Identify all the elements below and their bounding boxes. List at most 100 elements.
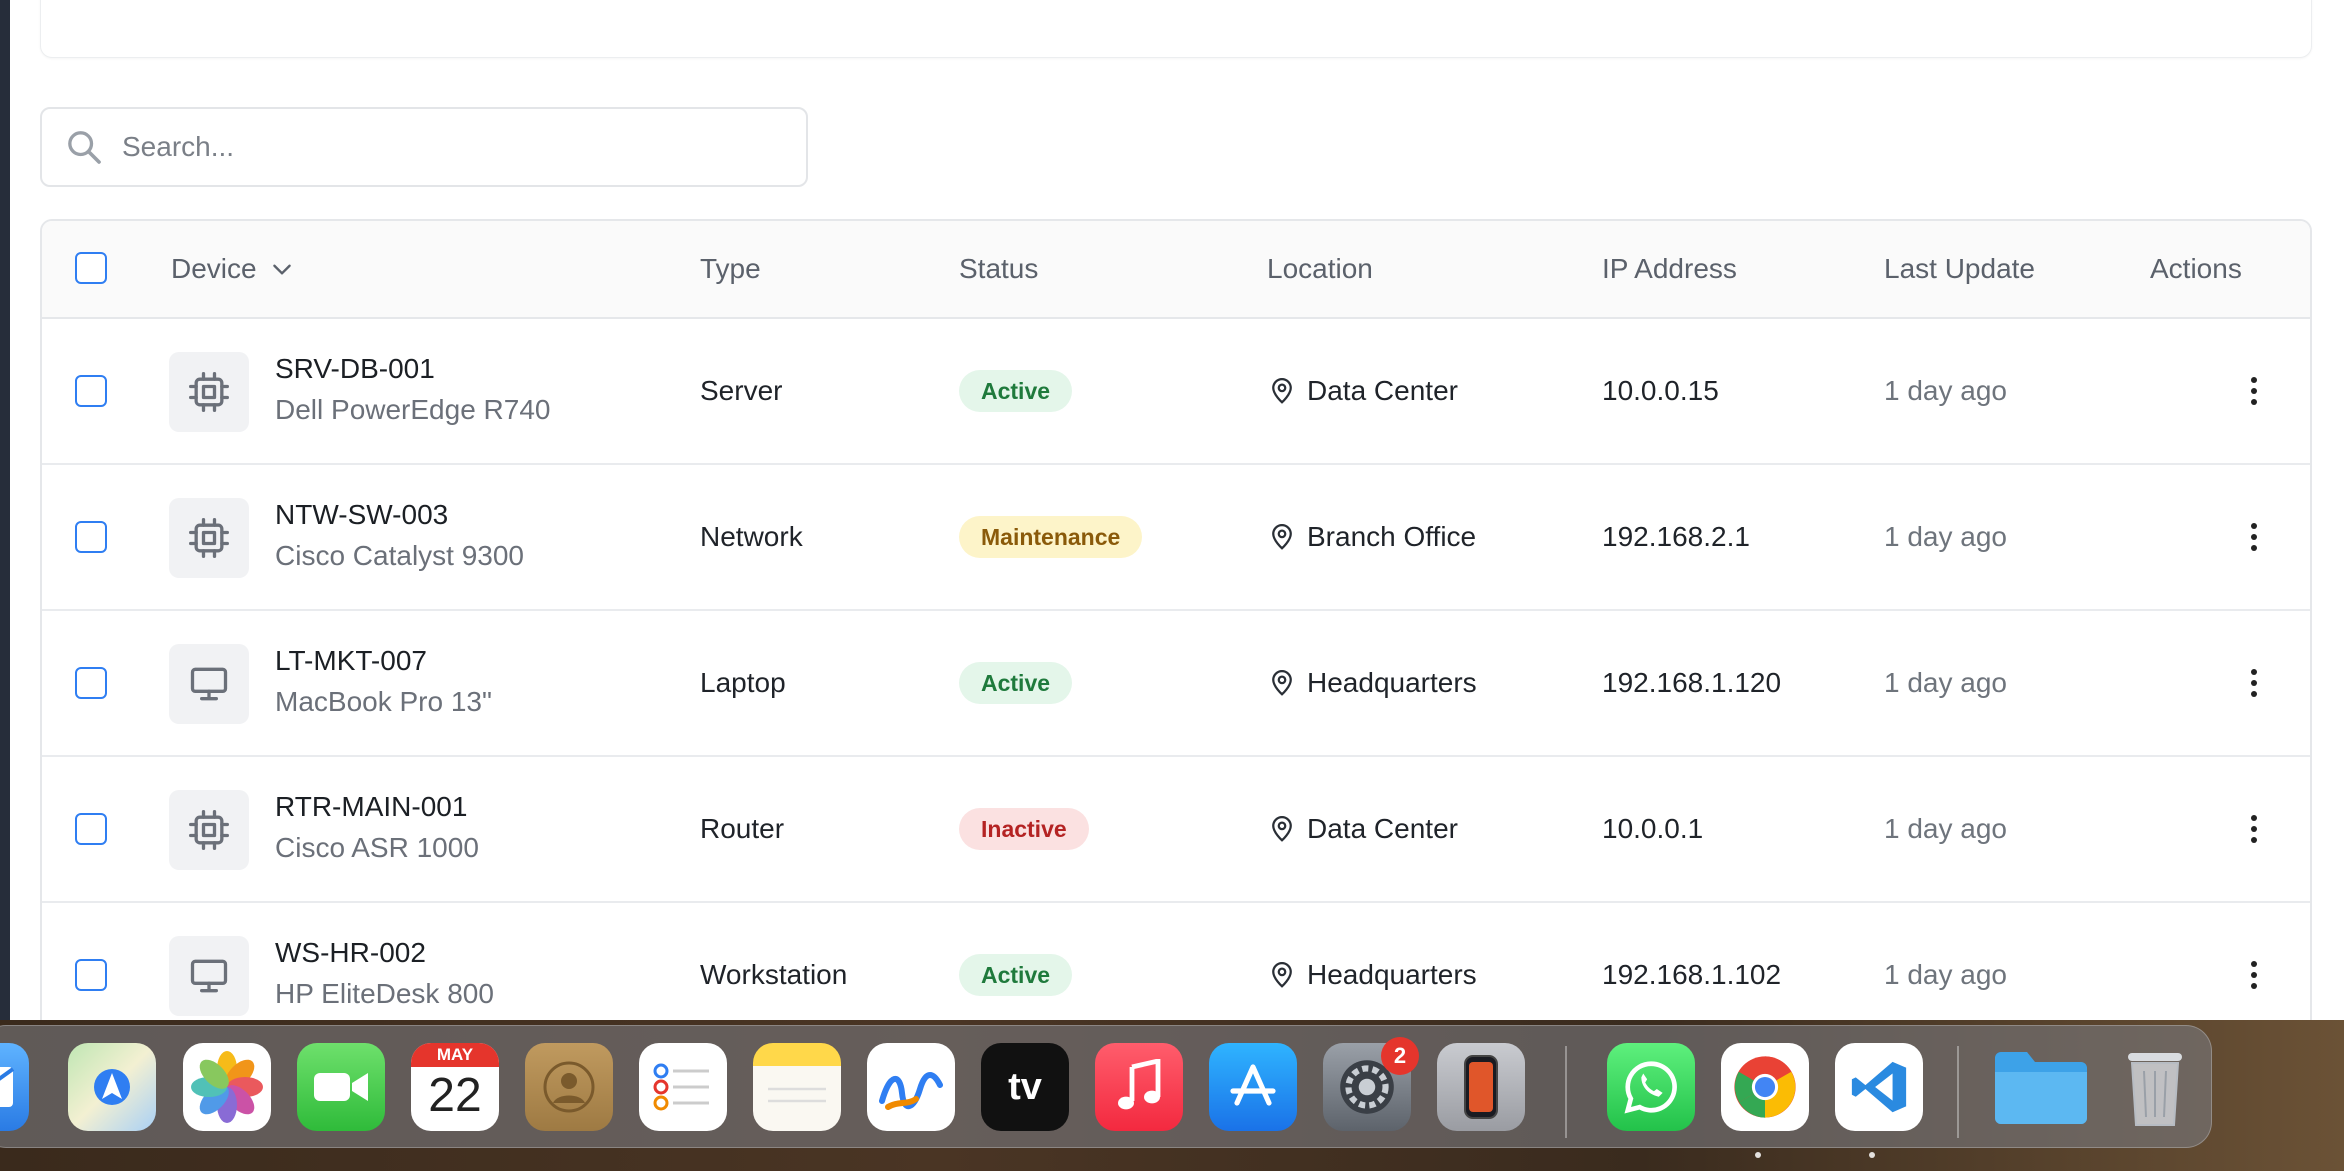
location-label: Branch Office xyxy=(1307,521,1477,552)
location-cell: Data Center xyxy=(1267,319,1458,463)
last-update: 1 day ago xyxy=(1884,667,2007,698)
calendar-month: MAY xyxy=(411,1043,499,1067)
map-pin-icon xyxy=(1272,670,1292,696)
photos-app-icon[interactable] xyxy=(183,1043,271,1131)
status-badge: Active xyxy=(959,954,1073,996)
header-device-label: Device xyxy=(171,253,257,284)
maps-app-icon[interactable] xyxy=(68,1043,156,1131)
facetime-app-icon[interactable] xyxy=(297,1043,385,1131)
location-cell: Headquarters xyxy=(1267,611,1477,755)
app-store-icon[interactable] xyxy=(1209,1043,1297,1131)
device-model: Cisco ASR 1000 xyxy=(275,832,479,863)
location-label: Headquarters xyxy=(1307,667,1477,698)
vscode-app-icon[interactable] xyxy=(1835,1043,1923,1131)
device-name: SRV-DB-001 xyxy=(275,353,435,384)
trash-icon[interactable] xyxy=(2111,1043,2199,1131)
mail-app-icon[interactable] xyxy=(0,1043,29,1131)
device-model: MacBook Pro 13" xyxy=(275,686,492,717)
search-input[interactable] xyxy=(122,131,762,163)
folder-icon[interactable] xyxy=(1991,1043,2091,1131)
table-row[interactable]: NTW-SW-003 Cisco Catalyst 9300 Network M… xyxy=(42,465,2310,611)
status-badge: Active xyxy=(959,662,1073,704)
location-cell: Headquarters xyxy=(1267,903,1477,1020)
device-name: NTW-SW-003 xyxy=(275,499,449,530)
notification-badge: 2 xyxy=(1381,1037,1419,1075)
freeform-app-icon[interactable] xyxy=(867,1043,955,1131)
ip-address: 10.0.0.15 xyxy=(1602,375,1719,406)
device-name: RTR-MAIN-001 xyxy=(275,791,468,822)
header-ip-address: IP Address xyxy=(1602,253,1737,284)
ip-address: 10.0.0.1 xyxy=(1602,813,1704,844)
row-checkbox[interactable] xyxy=(75,813,107,845)
notes-app-icon[interactable] xyxy=(753,1043,841,1131)
header-last-update: Last Update xyxy=(1884,253,2035,284)
device-model: Dell PowerEdge R740 xyxy=(275,394,551,425)
row-checkbox[interactable] xyxy=(75,375,107,407)
chevron-down-icon xyxy=(272,264,291,275)
map-pin-icon xyxy=(1272,962,1292,988)
search-icon xyxy=(68,131,101,164)
chip-icon xyxy=(189,810,229,850)
contacts-app-icon[interactable] xyxy=(525,1043,613,1131)
apple-tv-label: tv xyxy=(1008,1065,1042,1108)
device-icon-box xyxy=(169,644,249,724)
device-name: LT-MKT-007 xyxy=(275,645,427,676)
map-pin-icon xyxy=(1272,816,1292,842)
header-status: Status xyxy=(959,253,1039,284)
running-indicator xyxy=(1755,1152,1761,1158)
device-icon-box xyxy=(169,790,249,870)
header-type: Type xyxy=(700,253,761,284)
monitor-icon xyxy=(190,959,228,993)
more-actions-icon[interactable] xyxy=(2242,663,2266,703)
ip-address: 192.168.2.1 xyxy=(1602,521,1750,552)
dock: MAY 22 tv 2 xyxy=(0,1025,2212,1148)
row-checkbox[interactable] xyxy=(75,521,107,553)
table-row[interactable]: SRV-DB-001 Dell PowerEdge R740 Server Ac… xyxy=(42,319,2310,465)
status-badge: Inactive xyxy=(959,808,1089,850)
apple-tv-app-icon[interactable]: tv xyxy=(981,1043,1069,1131)
ip-address: 192.168.1.102 xyxy=(1602,959,1782,990)
device-type: Network xyxy=(700,521,803,552)
more-actions-icon[interactable] xyxy=(2242,809,2266,849)
row-checkbox[interactable] xyxy=(75,667,107,699)
more-actions-icon[interactable] xyxy=(2242,371,2266,411)
device-icon-box xyxy=(169,498,249,578)
system-settings-app-icon[interactable]: 2 xyxy=(1323,1037,1419,1131)
header-location: Location xyxy=(1267,253,1373,284)
device-type: Router xyxy=(700,813,785,844)
chrome-app-icon[interactable] xyxy=(1721,1043,1809,1131)
whatsapp-app-icon[interactable] xyxy=(1607,1043,1695,1131)
summary-card xyxy=(40,0,2312,58)
more-actions-icon[interactable] xyxy=(2242,955,2266,995)
header-device[interactable]: Device xyxy=(171,221,295,317)
device-type: Laptop xyxy=(700,667,786,698)
location-label: Headquarters xyxy=(1307,959,1477,990)
table-row[interactable]: LT-MKT-007 MacBook Pro 13" Laptop Active… xyxy=(42,611,2310,757)
row-checkbox[interactable] xyxy=(75,959,107,991)
location-label: Data Center xyxy=(1307,375,1458,406)
chip-icon xyxy=(189,518,229,558)
reminders-app-icon[interactable] xyxy=(639,1043,727,1131)
table-row[interactable]: RTR-MAIN-001 Cisco ASR 1000 Router Inact… xyxy=(42,757,2310,903)
device-type: Server xyxy=(700,375,783,406)
last-update: 1 day ago xyxy=(1884,375,2007,406)
device-icon-box xyxy=(169,936,249,1016)
map-pin-icon xyxy=(1272,524,1292,550)
iphone-mirroring-app-icon[interactable] xyxy=(1437,1043,1525,1131)
music-app-icon[interactable] xyxy=(1095,1043,1183,1131)
header-actions: Actions xyxy=(2150,253,2242,284)
search-box[interactable] xyxy=(40,107,808,187)
devices-table: Device Type Status Location IP Address L… xyxy=(40,219,2312,1020)
dock-separator xyxy=(1957,1046,1959,1138)
last-update: 1 day ago xyxy=(1884,959,2007,990)
calendar-app-icon[interactable]: MAY 22 xyxy=(411,1043,499,1131)
more-actions-icon[interactable] xyxy=(2242,517,2266,557)
dock-separator xyxy=(1565,1046,1567,1138)
device-model: HP EliteDesk 800 xyxy=(275,978,494,1009)
location-cell: Branch Office xyxy=(1267,465,1476,609)
monitor-icon xyxy=(190,667,228,701)
ip-address: 192.168.1.120 xyxy=(1602,667,1782,698)
select-all-checkbox[interactable] xyxy=(75,252,107,284)
device-model: Cisco Catalyst 9300 xyxy=(275,540,525,571)
table-row[interactable]: WS-HR-002 HP EliteDesk 800 Workstation A… xyxy=(42,903,2310,1020)
